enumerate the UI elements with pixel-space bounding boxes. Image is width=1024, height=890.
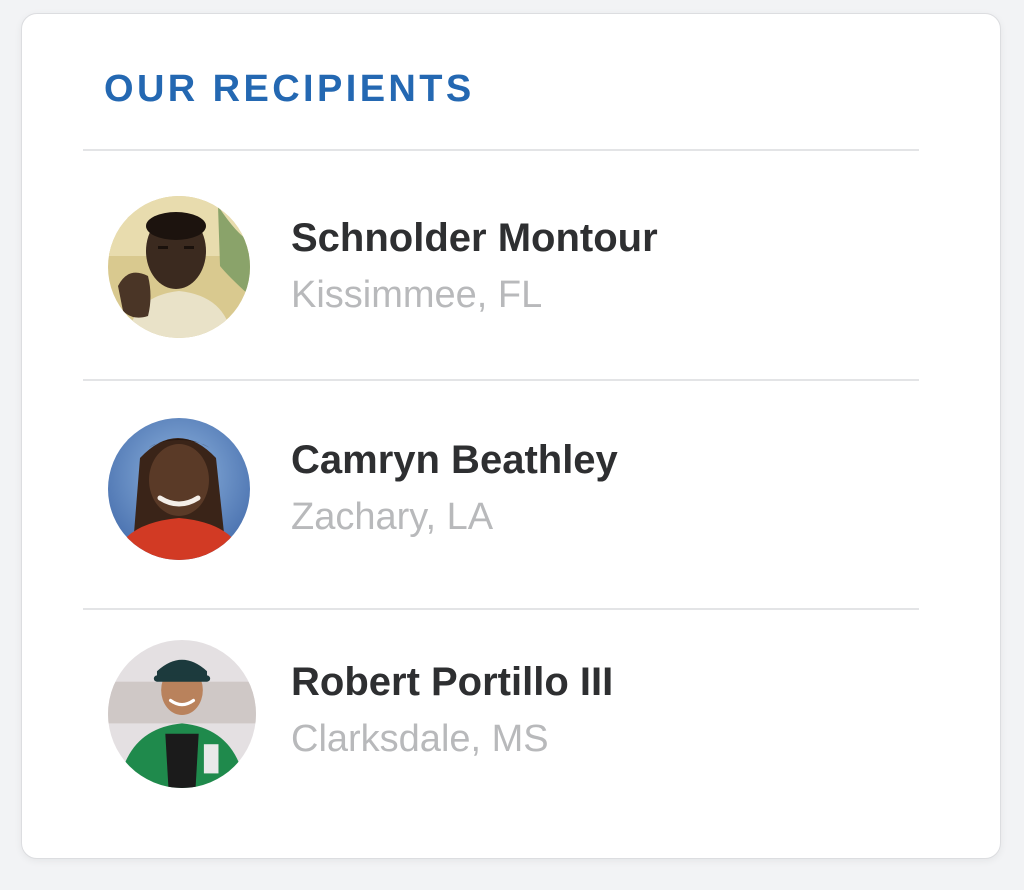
divider xyxy=(83,608,919,610)
avatar-photo xyxy=(108,196,250,338)
avatar xyxy=(108,418,250,560)
recipient-location: Clarksdale, MS xyxy=(291,718,549,760)
avatar-photo xyxy=(108,418,250,560)
recipient-item: Camryn Beathley Zachary, LA xyxy=(108,418,908,568)
divider xyxy=(83,149,919,151)
recipients-card: OUR RECIPIENTS Schnolder Montour Kissimm… xyxy=(21,13,1001,859)
recipient-name: Camryn Beathley xyxy=(291,438,618,482)
divider xyxy=(83,379,919,381)
avatar xyxy=(108,640,256,788)
recipient-name: Robert Portillo III xyxy=(291,660,614,704)
recipient-name: Schnolder Montour xyxy=(291,216,658,260)
recipient-location: Kissimmee, FL xyxy=(291,274,543,316)
avatar-photo xyxy=(108,640,256,788)
recipient-item: Schnolder Montour Kissimmee, FL xyxy=(108,196,908,346)
section-title: OUR RECIPIENTS xyxy=(104,68,475,110)
recipient-location: Zachary, LA xyxy=(291,496,494,538)
avatar xyxy=(108,196,250,338)
recipient-item: Robert Portillo III Clarksdale, MS xyxy=(108,640,908,790)
